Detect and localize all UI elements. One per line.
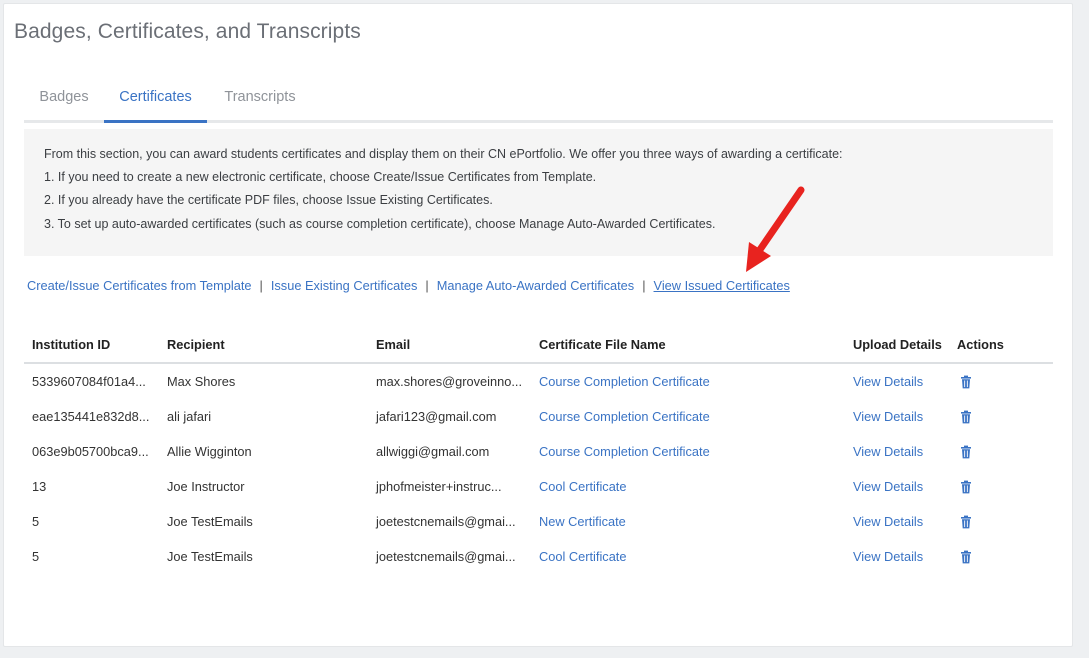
view-details-link[interactable]: View Details	[853, 409, 923, 424]
email: jphofmeister+instruc...	[376, 479, 502, 494]
certificate-file-link[interactable]: Course Completion Certificate	[539, 409, 710, 424]
certificates-table: Institution ID Recipient Email Certifica…	[24, 326, 1053, 574]
info-option-3: 3. To set up auto-awarded certificates (…	[44, 217, 716, 231]
col-recipient[interactable]: Recipient	[159, 326, 368, 364]
action-links: Create/Issue Certificates from Template |…	[27, 278, 790, 293]
col-actions: Actions	[949, 326, 1053, 364]
manage-auto-awarded-link[interactable]: Manage Auto-Awarded Certificates	[437, 278, 635, 293]
link-separator: |	[425, 278, 429, 293]
view-details-link[interactable]: View Details	[853, 374, 923, 389]
issue-existing-link[interactable]: Issue Existing Certificates	[271, 278, 418, 293]
email: joetestcnemails@gmai...	[376, 549, 516, 564]
certificate-file-link[interactable]: Course Completion Certificate	[539, 374, 710, 389]
recipient: Joe TestEmails	[167, 549, 253, 564]
certificate-file-link[interactable]: Course Completion Certificate	[539, 444, 710, 459]
recipient: Max Shores	[167, 374, 236, 389]
institution-id: 13	[32, 479, 47, 494]
institution-id: 5339607084f01a4...	[32, 374, 146, 389]
col-upload-details: Upload Details	[845, 326, 949, 364]
info-option-1: 1. If you need to create a new electroni…	[44, 170, 597, 184]
table-row: eae135441e832d8... ali jafari jafari123@…	[24, 399, 1053, 434]
recipient: Joe Instructor	[167, 479, 245, 494]
info-box: From this section, you can award student…	[24, 129, 1053, 256]
email: max.shores@groveinno...	[376, 374, 523, 389]
trash-icon[interactable]	[959, 410, 973, 424]
trash-icon[interactable]	[959, 480, 973, 494]
table-row: 5339607084f01a4... Max Shores max.shores…	[24, 363, 1053, 399]
table-row: 5 Joe TestEmails joetestcnemails@gmai...…	[24, 539, 1053, 574]
institution-id: eae135441e832d8...	[32, 409, 150, 424]
main-card: Badges, Certificates, and Transcripts Ba…	[3, 3, 1073, 647]
tab-bar: Badges Certificates Transcripts	[24, 84, 1053, 123]
info-option-2: 2. If you already have the certificate P…	[44, 193, 493, 207]
trash-icon[interactable]	[959, 550, 973, 564]
col-institution-id[interactable]: Institution ID	[24, 326, 159, 364]
trash-icon[interactable]	[959, 375, 973, 389]
view-details-link[interactable]: View Details	[853, 479, 923, 494]
certificate-file-link[interactable]: Cool Certificate	[539, 549, 626, 564]
email: jafari123@gmail.com	[376, 409, 497, 424]
view-details-link[interactable]: View Details	[853, 549, 923, 564]
table-row: 5 Joe TestEmails joetestcnemails@gmai...…	[24, 504, 1053, 539]
trash-icon[interactable]	[959, 445, 973, 459]
recipient: ali jafari	[167, 409, 212, 424]
recipient: Joe TestEmails	[167, 514, 253, 529]
page-title: Badges, Certificates, and Transcripts	[14, 20, 361, 43]
tab-certificates[interactable]: Certificates	[104, 84, 207, 123]
institution-id: 063e9b05700bca9...	[32, 444, 149, 459]
col-email[interactable]: Email	[368, 326, 531, 364]
col-certificate-file-name[interactable]: Certificate File Name	[531, 326, 845, 364]
create-issue-from-template-link[interactable]: Create/Issue Certificates from Template	[27, 278, 252, 293]
institution-id: 5	[32, 549, 40, 564]
view-details-link[interactable]: View Details	[853, 444, 923, 459]
tab-badges[interactable]: Badges	[24, 84, 104, 120]
table-header-row: Institution ID Recipient Email Certifica…	[24, 326, 1053, 364]
link-separator: |	[259, 278, 263, 293]
recipient: Allie Wigginton	[167, 444, 252, 459]
institution-id: 5	[32, 514, 40, 529]
tab-transcripts[interactable]: Transcripts	[210, 84, 310, 120]
email: joetestcnemails@gmai...	[376, 514, 516, 529]
email: allwiggi@gmail.com	[376, 444, 490, 459]
info-intro: From this section, you can award student…	[44, 147, 843, 161]
link-separator: |	[642, 278, 646, 293]
table-row: 063e9b05700bca9... Allie Wigginton allwi…	[24, 434, 1053, 469]
table-row: 13 Joe Instructor jphofmeister+instruc..…	[24, 469, 1053, 504]
certificate-file-link[interactable]: Cool Certificate	[539, 479, 626, 494]
view-details-link[interactable]: View Details	[853, 514, 923, 529]
trash-icon[interactable]	[959, 515, 973, 529]
certificate-file-link[interactable]: New Certificate	[539, 514, 626, 529]
red-arrow-annotation	[746, 186, 805, 272]
